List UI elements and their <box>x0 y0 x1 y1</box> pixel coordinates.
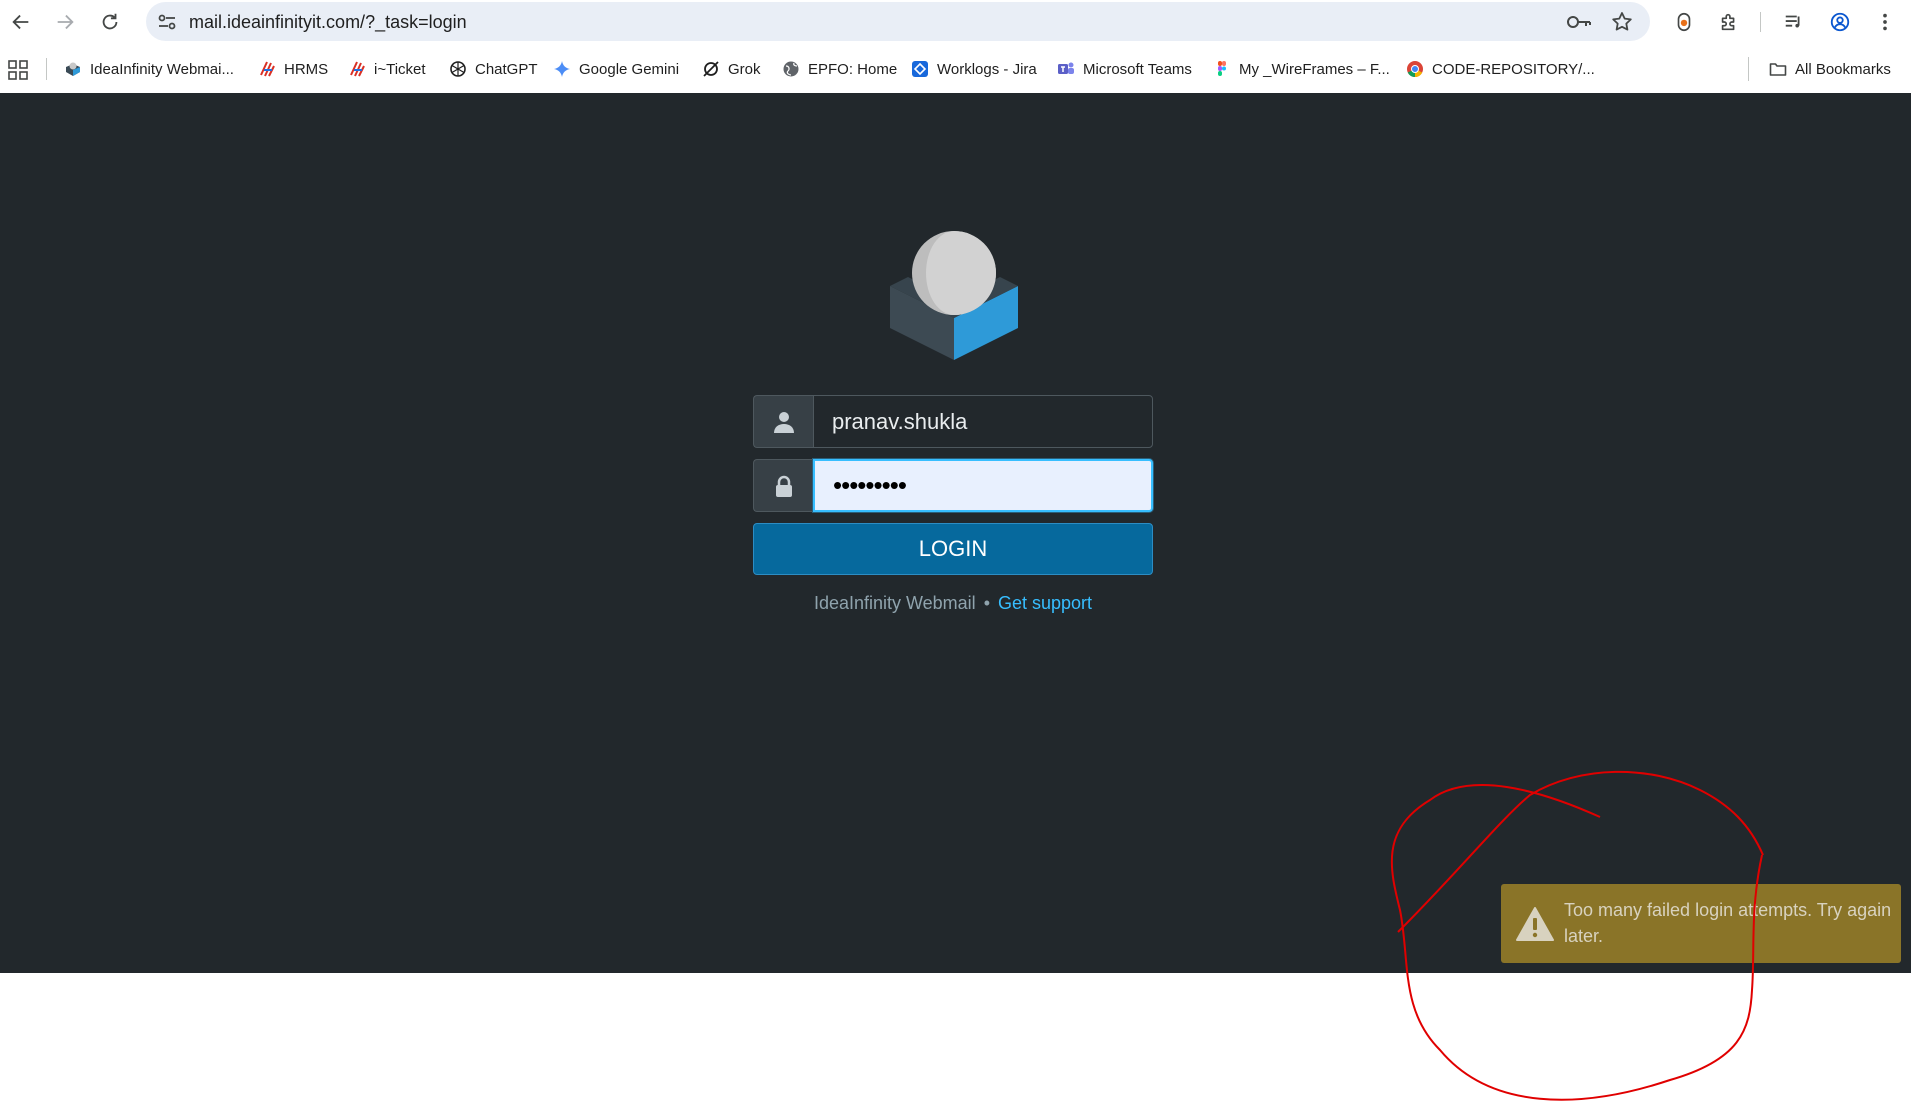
footer-separator: • <box>983 593 990 613</box>
lock-icon <box>775 475 792 497</box>
password-key-icon[interactable] <box>1566 10 1592 34</box>
bookmark-divider <box>46 58 47 80</box>
bookmark-item[interactable]: My _WireFrames – F... <box>1213 56 1390 82</box>
chrome-icon <box>1407 61 1423 77</box>
address-bar[interactable]: mail.ideainfinityit.com/?_task=login <box>146 2 1650 41</box>
password-input[interactable] <box>813 459 1153 512</box>
back-icon <box>12 14 29 30</box>
user-icon-box <box>753 395 813 448</box>
bookmark-label: ChatGPT <box>475 60 538 78</box>
bookmark-item[interactable]: ChatGPT <box>449 56 538 82</box>
profile-icon <box>1830 12 1850 32</box>
login-page: LOGIN IdeaInfinity Webmail • Get support <box>0 93 1911 973</box>
forward-icon <box>57 14 74 30</box>
bookmark-label: HRMS <box>284 60 329 78</box>
grok-icon <box>703 61 719 77</box>
browser-toolbar: mail.ideainfinityit.com/?_task=login <box>0 0 1911 43</box>
bookmark-item[interactable]: Worklogs - Jira <box>911 56 1037 82</box>
extension-icon <box>1677 12 1691 32</box>
profile-button[interactable] <box>1824 6 1856 38</box>
bookmark-label: EPFO: Home <box>808 60 898 78</box>
ticket-icon <box>350 61 365 77</box>
site-info-button[interactable] <box>152 7 182 37</box>
browser-menu-button[interactable] <box>1869 6 1901 38</box>
username-input[interactable] <box>813 395 1153 448</box>
globe-icon <box>783 61 799 77</box>
bookmark-label: Microsoft Teams <box>1083 60 1192 78</box>
reload-icon <box>102 13 118 30</box>
bookmark-label: My _WireFrames – F... <box>1239 60 1390 78</box>
bookmark-item[interactable]: CODE-REPOSITORY/... <box>1406 56 1595 82</box>
error-toast[interactable]: Too many failed login attempts. Try agai… <box>1501 884 1901 963</box>
bookmark-star-icon[interactable] <box>1610 10 1634 34</box>
hrms-icon <box>260 61 275 77</box>
bookmark-item[interactable]: HRMS <box>258 56 328 82</box>
bookmark-label: i~Ticket <box>374 60 426 78</box>
bookmark-label: Grok <box>728 60 761 78</box>
folder-icon <box>1769 63 1787 76</box>
bookmark-item[interactable]: EPFO: Home <box>782 56 897 82</box>
tune-icon <box>158 14 176 30</box>
jira-icon <box>912 61 928 77</box>
bookmark-divider <box>1748 57 1749 81</box>
bookmark-label: Google Gemini <box>579 60 680 78</box>
bookmark-label: Worklogs - Jira <box>937 60 1037 78</box>
lock-icon-box <box>753 459 813 512</box>
bookmark-item[interactable]: Microsoft Teams <box>1057 56 1192 82</box>
bookmarks-bar: IdeaInfinity Webmai... HRMS i~Ticket Cha… <box>0 43 1911 93</box>
url-text[interactable]: mail.ideainfinityit.com/?_task=login <box>189 12 467 33</box>
warning-icon <box>1516 907 1554 941</box>
figma-icon <box>1218 61 1226 76</box>
puzzle-icon <box>1721 13 1735 31</box>
forward-button[interactable] <box>49 6 81 38</box>
all-bookmarks-label: All Bookmarks <box>1795 60 1891 78</box>
bookmark-label: IdeaInfinity Webmai... <box>90 60 234 78</box>
reload-button[interactable] <box>94 6 126 38</box>
media-icon <box>1785 15 1800 28</box>
bookmark-item[interactable]: Grok <box>702 56 761 82</box>
username-row <box>753 395 1153 448</box>
back-button[interactable] <box>5 6 37 38</box>
login-button[interactable]: LOGIN <box>753 523 1153 575</box>
chatgpt-icon <box>450 61 466 77</box>
menu-icon <box>1883 13 1887 31</box>
login-footer: IdeaInfinity Webmail • Get support <box>753 593 1153 614</box>
toolbar-divider <box>1760 12 1761 32</box>
toast-message: Too many failed login attempts. Try agai… <box>1564 900 1892 946</box>
media-controls-button[interactable] <box>1778 6 1810 38</box>
user-icon <box>773 411 794 433</box>
product-name: IdeaInfinity Webmail <box>813 593 976 613</box>
page-bottom-area <box>0 973 1911 1105</box>
bookmark-item[interactable]: IdeaInfinity Webmai... <box>64 56 234 82</box>
roundcube-logo <box>890 231 1018 360</box>
bookmark-item[interactable]: i~Ticket <box>348 56 426 82</box>
bookmark-item[interactable]: Google Gemini <box>553 56 679 82</box>
teams-icon <box>1058 62 1074 74</box>
apps-grid-icon[interactable] <box>8 60 28 80</box>
get-support-link[interactable]: Get support <box>998 593 1092 613</box>
bookmark-label: CODE-REPOSITORY/... <box>1432 60 1595 78</box>
password-row <box>753 459 1153 512</box>
roundcube-icon <box>66 62 80 76</box>
all-bookmarks-button[interactable]: All Bookmarks <box>1769 56 1891 82</box>
gemini-icon <box>554 61 570 77</box>
extensions-menu-button[interactable] <box>1713 6 1745 38</box>
extension-button[interactable] <box>1668 6 1700 38</box>
